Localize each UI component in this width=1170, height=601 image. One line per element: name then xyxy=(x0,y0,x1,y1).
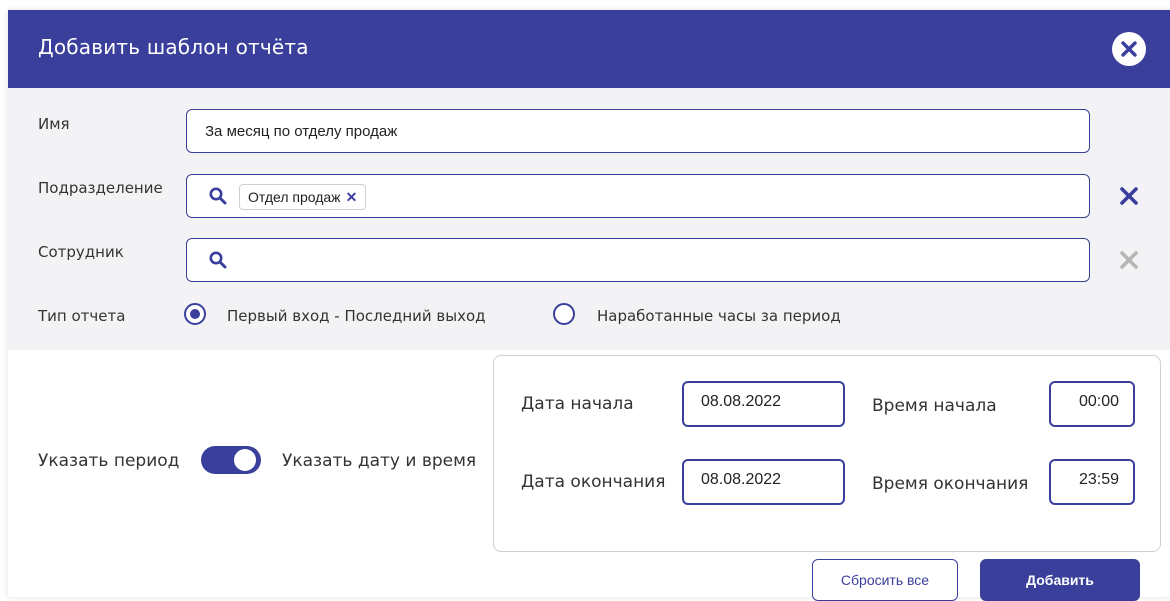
form-panel: Имя За месяц по отделу продаж Подразделе… xyxy=(8,88,1170,350)
start-time-value: 00:00 xyxy=(1079,393,1120,410)
period-label: Указать период xyxy=(38,451,180,471)
start-time-label: Время начала xyxy=(872,396,997,416)
employee-label: Сотрудник xyxy=(38,243,124,261)
reset-all-button[interactable]: Сбросить все xyxy=(812,559,958,601)
end-date-input[interactable]: 08.08.2022 xyxy=(682,459,845,505)
page-top-strip xyxy=(0,0,1170,10)
end-date-value: 08.08.2022 xyxy=(701,471,782,488)
department-tag: Отдел продаж ✕ xyxy=(239,184,367,210)
search-icon xyxy=(209,251,227,269)
name-label: Имя xyxy=(38,115,70,133)
dialog-header: Добавить шаблон отчёта xyxy=(8,10,1170,88)
start-date-input[interactable]: 08.08.2022 xyxy=(682,381,845,427)
search-icon xyxy=(209,187,227,205)
department-label: Подразделение xyxy=(38,179,163,197)
radio-first-last[interactable] xyxy=(184,303,206,325)
start-date-label: Дата начала xyxy=(521,394,634,414)
report-type-label: Тип отчета xyxy=(38,307,126,325)
name-input-value: За месяц по отделу продаж xyxy=(205,123,398,140)
start-time-input[interactable]: 00:00 xyxy=(1049,381,1135,427)
end-time-input[interactable]: 23:59 xyxy=(1049,459,1135,505)
datetime-label: Указать дату и время xyxy=(282,451,477,471)
add-button[interactable]: Добавить xyxy=(980,559,1140,601)
employee-clear-icon[interactable] xyxy=(1119,250,1139,270)
end-time-value: 23:59 xyxy=(1079,471,1120,488)
close-icon xyxy=(1121,41,1137,57)
toggle-knob xyxy=(234,449,256,471)
remove-tag-icon[interactable]: ✕ xyxy=(346,189,358,206)
radio-first-last-label: Первый вход - Последний выход xyxy=(227,307,486,325)
close-button[interactable] xyxy=(1112,32,1146,66)
period-mode-toggle[interactable] xyxy=(201,446,261,474)
department-tag-label: Отдел продаж xyxy=(248,189,341,205)
department-input[interactable]: Отдел продаж ✕ xyxy=(186,174,1090,218)
department-clear-icon[interactable] xyxy=(1119,186,1139,206)
date-time-panel: Дата начала 08.08.2022 Время начала 00:0… xyxy=(493,355,1161,552)
end-time-label: Время окончания xyxy=(872,474,1029,494)
radio-worked-hours-label: Наработанные часы за период xyxy=(597,307,841,325)
end-date-label: Дата окончания xyxy=(521,472,666,492)
radio-worked-hours[interactable] xyxy=(553,303,575,325)
employee-input[interactable] xyxy=(186,238,1090,282)
dialog-title: Добавить шаблон отчёта xyxy=(38,35,309,59)
name-input[interactable]: За месяц по отделу продаж xyxy=(186,109,1090,153)
start-date-value: 08.08.2022 xyxy=(701,393,782,410)
